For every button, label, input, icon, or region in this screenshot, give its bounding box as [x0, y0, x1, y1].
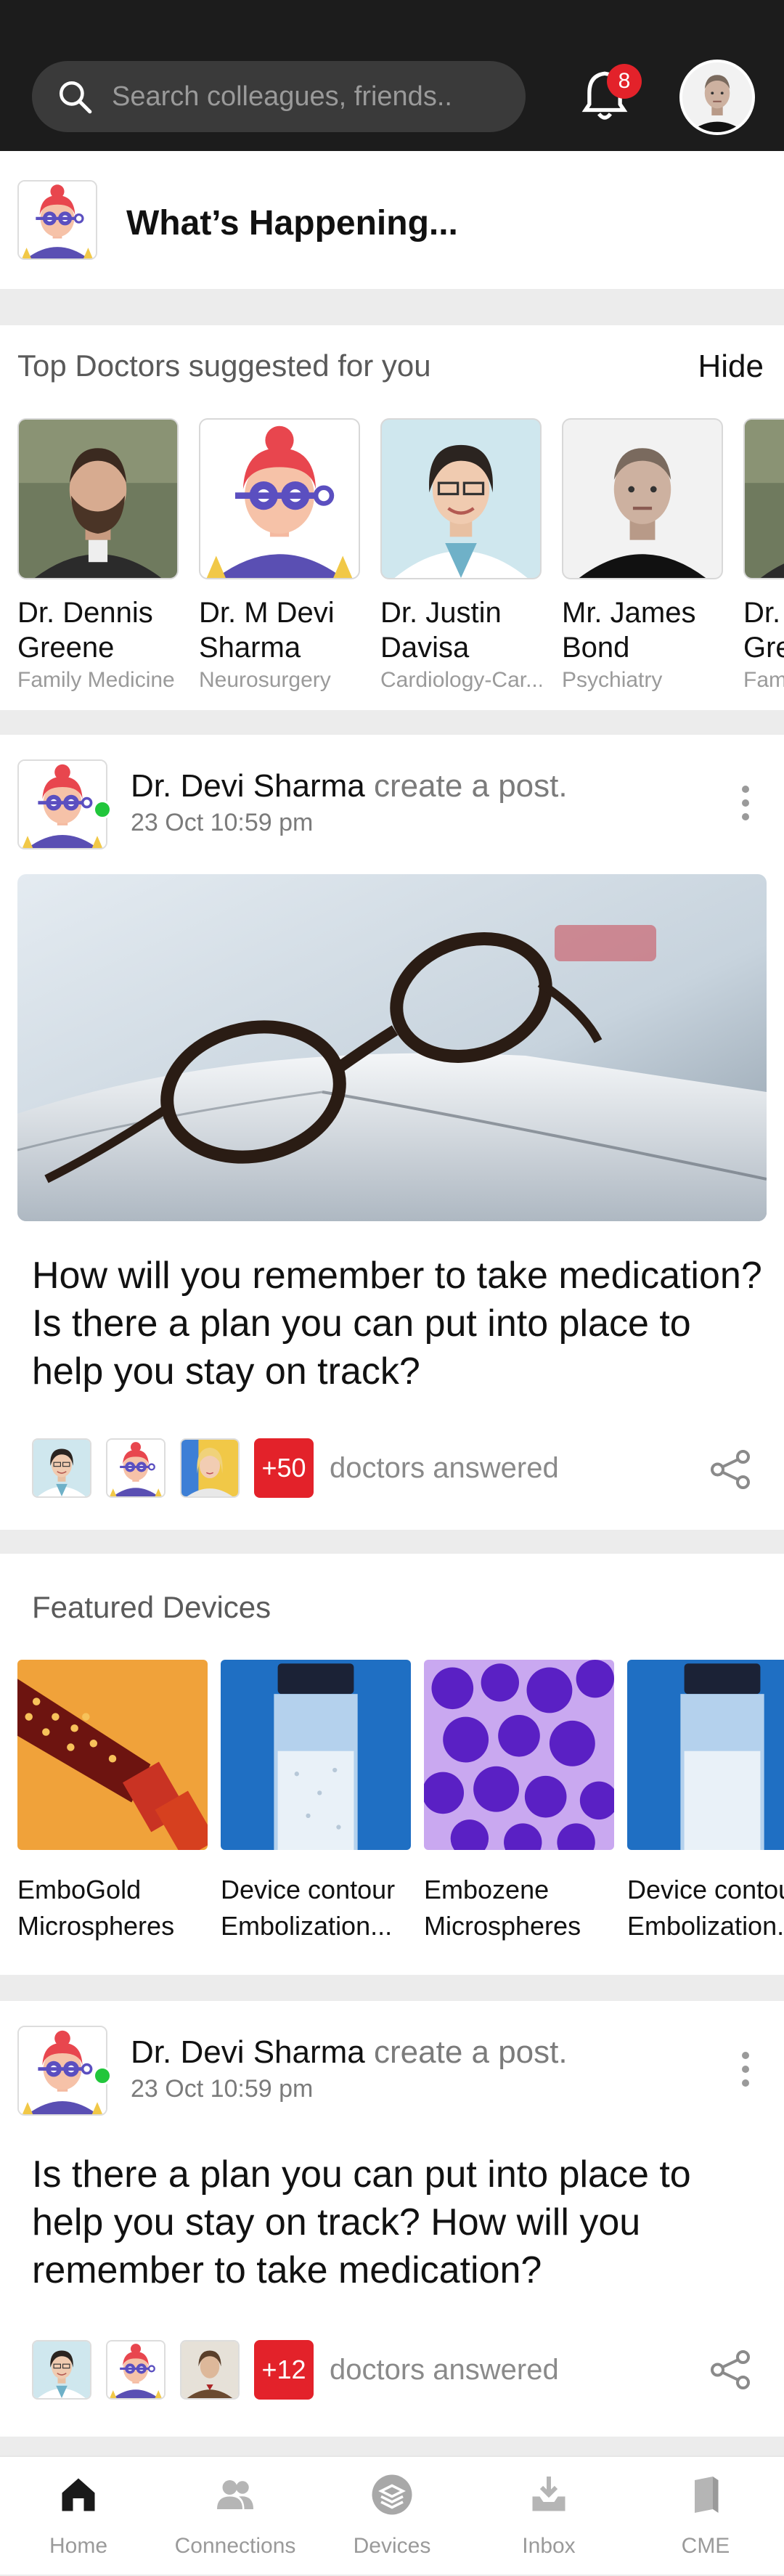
featured-devices-section: Featured Devices EmboGold Microspheres D… [0, 1554, 784, 1975]
online-status-dot [93, 2066, 112, 2085]
nav-cme[interactable]: CME [627, 2457, 784, 2576]
doctor-photo [380, 418, 542, 579]
post-image[interactable] [17, 874, 767, 1221]
nav-connections[interactable]: Connections [157, 2457, 314, 2576]
device-image [627, 1660, 784, 1850]
share-icon[interactable] [709, 2348, 752, 2392]
post-text[interactable]: How will you remember to take medication… [32, 1252, 765, 1395]
device-card[interactable]: Device contour Embolization... [221, 1660, 411, 1944]
doctor-specialty: Neurosurgery [199, 668, 331, 692]
post-action: create a post. [374, 768, 568, 804]
share-icon[interactable] [709, 1448, 752, 1491]
hide-button[interactable]: Hide [698, 349, 764, 385]
post-date: 23 Oct 10:59 pm [131, 809, 314, 836]
answer-avatar [32, 2340, 91, 2400]
nav-label: Home [49, 2534, 108, 2558]
whats-happening-card[interactable]: What’s Happening... [0, 151, 784, 289]
doctor-name: Dr. Dennis Greene [17, 597, 153, 664]
answer-count-badge: +12 [254, 2340, 314, 2400]
nav-inbox[interactable]: Inbox [470, 2457, 627, 2576]
author-name[interactable]: Dr. Devi Sharma [131, 768, 365, 804]
device-name: EmboGold Microspheres [17, 1875, 175, 1941]
doctor-specialty: Fam [743, 668, 784, 692]
device-name: Device contour Embolization... [627, 1875, 784, 1941]
devices-icon [372, 2474, 412, 2515]
doctor-card[interactable]: Dr. M Devi Sharma Neurosurgery [199, 418, 360, 693]
top-doctors-section: Top Doctors suggested for you Hide Dr. D… [0, 325, 784, 710]
post-card: Dr. Devi Sharma create a post. 23 Oct 10… [0, 735, 784, 1530]
section-title: Featured Devices [32, 1590, 271, 1624]
doctor-photo [199, 418, 360, 579]
post-header: Dr. Devi Sharma create a post. [131, 768, 568, 804]
notification-badge: 8 [607, 64, 642, 99]
device-name: Device contour Embolization... [221, 1875, 396, 1941]
author-name[interactable]: Dr. Devi Sharma [131, 2034, 365, 2070]
bottom-nav: Home Connections Devices Inbox CME [0, 2455, 784, 2575]
nav-label: Connections [174, 2534, 296, 2558]
device-image [17, 1660, 208, 1850]
more-options-icon[interactable] [740, 2052, 751, 2095]
answer-avatar [32, 1438, 91, 1498]
answer-count-badge: +50 [254, 1438, 314, 1498]
nav-label: CME [681, 2534, 730, 2558]
inbox-icon [532, 2477, 565, 2511]
answer-avatar [106, 1438, 166, 1498]
nav-devices[interactable]: Devices [314, 2457, 470, 2576]
doctor-name: Mr. James Bond [562, 597, 696, 664]
connections-icon [217, 2480, 253, 2509]
device-name: Embozene Microspheres [424, 1875, 581, 1941]
answers-row[interactable]: +50 doctors answered [32, 1438, 559, 1499]
search-bar[interactable]: Search colleagues, friends.. [32, 61, 526, 132]
answer-avatar [180, 2340, 240, 2400]
answer-avatar [180, 1438, 240, 1498]
nav-label: Devices [353, 2534, 431, 2558]
cme-icon [695, 2477, 719, 2513]
section-title: Top Doctors suggested for you [17, 349, 431, 383]
doctor-photo [743, 418, 784, 579]
search-input[interactable]: Search colleagues, friends.. [112, 81, 452, 113]
top-bar: Search colleagues, friends.. 8 [0, 0, 784, 151]
doctor-photo [562, 418, 723, 579]
doctor-photo [17, 418, 179, 579]
answers-label: doctors answered [330, 2353, 559, 2386]
doctor-card[interactable]: Dr. Dennis Greene Family Medicine [17, 418, 179, 693]
doctor-specialty: Family Medicine [17, 668, 175, 692]
doctor-specialty: Psychiatry [562, 668, 663, 692]
more-options-icon[interactable] [740, 786, 751, 829]
nav-home[interactable]: Home [0, 2457, 157, 2576]
online-status-dot [93, 800, 112, 819]
search-icon [59, 81, 92, 114]
answer-avatar [106, 2340, 166, 2400]
device-card[interactable]: EmboGold Microspheres [17, 1660, 208, 1944]
doctor-specialty: Cardiology-Car... [380, 668, 542, 692]
doctor-name: Dr. Gre [743, 597, 784, 664]
profile-avatar[interactable] [679, 60, 755, 135]
home-icon [62, 2478, 95, 2511]
post-action: create a post. [374, 2034, 568, 2070]
post-date: 23 Oct 10:59 pm [131, 2075, 314, 2103]
doctor-card[interactable]: Dr. Justin Davisa Cardiology-Car... [380, 418, 542, 693]
device-image [221, 1660, 411, 1850]
post-card: Dr. Devi Sharma create a post. 23 Oct 10… [0, 2001, 784, 2437]
doctor-name: Dr. M Devi Sharma [199, 597, 335, 664]
device-card[interactable]: Embozene Microspheres [424, 1660, 614, 1944]
nav-label: Inbox [522, 2534, 576, 2558]
device-image [424, 1660, 614, 1850]
answers-row[interactable]: +12 doctors answered [32, 2339, 559, 2400]
user-avatar [17, 180, 97, 260]
answers-label: doctors answered [330, 1451, 559, 1484]
doctor-name: Dr. Justin Davisa [380, 597, 502, 664]
whats-happening-label[interactable]: What’s Happening... [126, 203, 458, 243]
post-header: Dr. Devi Sharma create a post. [131, 2034, 568, 2071]
device-card[interactable]: Device contour Embolization... [627, 1660, 784, 1944]
doctor-card[interactable]: Dr. Gre Fam [743, 418, 784, 693]
doctor-card[interactable]: Mr. James Bond Psychiatry [562, 418, 723, 693]
post-text[interactable]: Is there a plan you can put into place t… [32, 2151, 765, 2294]
